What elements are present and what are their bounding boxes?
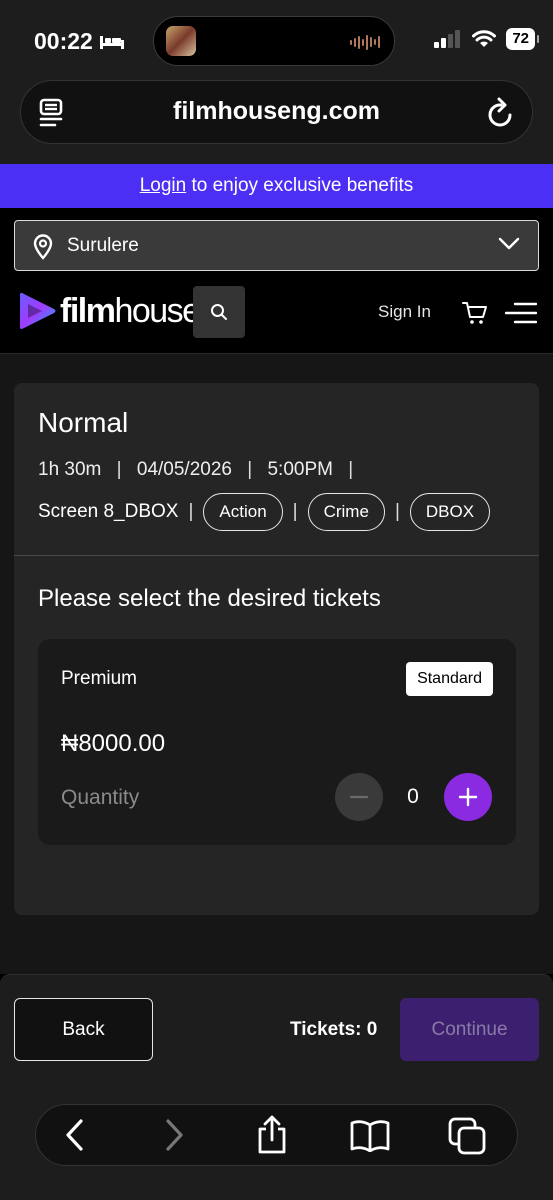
sign-in-link[interactable]: Sign In xyxy=(378,302,431,322)
meta-separator: | xyxy=(116,459,122,480)
duration: 1h 30m xyxy=(38,459,102,480)
quantity-value: 0 xyxy=(407,785,419,808)
show-time: 5:00PM xyxy=(267,459,333,480)
ticket-prompt: Please select the desired tickets xyxy=(38,585,381,612)
meta-separator: | xyxy=(247,459,253,480)
bookmarks-icon[interactable] xyxy=(350,1118,390,1152)
location-pin-icon xyxy=(33,234,53,260)
showing-tags-row: Screen 8_DBOX | Action | Crime | DBOX xyxy=(38,493,491,531)
status-bar: 00:22 72 xyxy=(0,0,553,80)
meta-separator: | xyxy=(292,501,298,522)
showing-title: Normal xyxy=(38,407,129,438)
hamburger-menu-icon[interactable] xyxy=(505,301,537,325)
forward-arrow-icon[interactable] xyxy=(164,1118,186,1152)
now-playing-artwork xyxy=(166,26,196,56)
status-indicators: 72 xyxy=(434,28,539,50)
plus-icon xyxy=(458,787,478,807)
address-bar[interactable]: filmhouseng.com xyxy=(20,80,533,144)
location-value: Surulere xyxy=(67,235,139,256)
logo-light-text: house xyxy=(114,291,201,330)
bed-icon xyxy=(99,35,124,49)
minus-icon xyxy=(350,795,368,799)
decrease-quantity-button[interactable] xyxy=(335,773,383,821)
browser-address-area: filmhouseng.com xyxy=(0,80,553,164)
filmhouse-logo[interactable]: filmhouse + xyxy=(18,287,210,332)
chevron-down-icon xyxy=(498,237,520,250)
logo-wordmark: filmhouse xyxy=(60,291,201,331)
tickets-count: Tickets: 0 xyxy=(290,1019,378,1040)
browser-toolbar xyxy=(35,1104,518,1166)
banner-text: to enjoy exclusive benefits xyxy=(186,175,414,196)
battery-level: 72 xyxy=(506,28,539,50)
url-text[interactable]: filmhouseng.com xyxy=(21,97,532,126)
back-button[interactable]: Back xyxy=(14,998,153,1061)
reload-icon[interactable] xyxy=(486,96,516,128)
continue-button[interactable]: Continue xyxy=(400,998,539,1061)
format-tag: DBOX xyxy=(409,493,491,531)
checkout-footer: Back Tickets: 0 Continue xyxy=(0,974,553,1200)
cart-icon[interactable] xyxy=(462,300,488,326)
ticket-price: ₦8000.00 xyxy=(61,730,166,757)
showing-meta: 1h 30m | 04/05/2026 | 5:00PM | xyxy=(38,459,363,481)
show-date: 04/05/2026 xyxy=(136,459,232,480)
login-link[interactable]: Login xyxy=(140,175,187,196)
logo-bold-text: film xyxy=(60,291,116,330)
increase-quantity-button[interactable] xyxy=(444,773,492,821)
ticket-category-badge: Standard xyxy=(406,662,493,696)
search-button[interactable] xyxy=(193,286,245,338)
tabs-icon[interactable] xyxy=(448,1117,486,1155)
logo-play-icon xyxy=(20,292,56,329)
site-header: Surulere filmhouse + Sign In xyxy=(0,208,553,354)
audio-waveform-icon xyxy=(350,34,380,50)
genre-tag: Crime xyxy=(307,493,385,531)
status-time: 00:22 xyxy=(34,28,125,55)
clock: 00:22 xyxy=(34,28,93,54)
meta-separator: | xyxy=(348,459,354,480)
meta-separator: | xyxy=(394,501,400,522)
genre-tag: Action xyxy=(203,493,283,531)
showtime-card: Normal 1h 30m | 04/05/2026 | 5:00PM | Sc… xyxy=(14,383,539,915)
login-banner: Login to enjoy exclusive benefits xyxy=(0,164,553,208)
dynamic-island[interactable] xyxy=(153,16,395,66)
ticket-name: Premium xyxy=(61,668,138,689)
back-arrow-icon[interactable] xyxy=(63,1118,85,1152)
cellular-signal-icon xyxy=(434,30,461,48)
screen-name: Screen 8_DBOX xyxy=(38,501,179,522)
meta-separator: | xyxy=(188,501,194,522)
divider xyxy=(14,555,539,556)
wifi-icon xyxy=(472,30,497,47)
location-select[interactable]: Surulere xyxy=(14,220,539,271)
share-icon[interactable] xyxy=(255,1115,289,1155)
search-icon xyxy=(211,304,227,320)
ticket-type-card: Premium Standard ₦8000.00 Quantity 0 xyxy=(38,639,516,845)
quantity-label: Quantity xyxy=(61,786,140,809)
